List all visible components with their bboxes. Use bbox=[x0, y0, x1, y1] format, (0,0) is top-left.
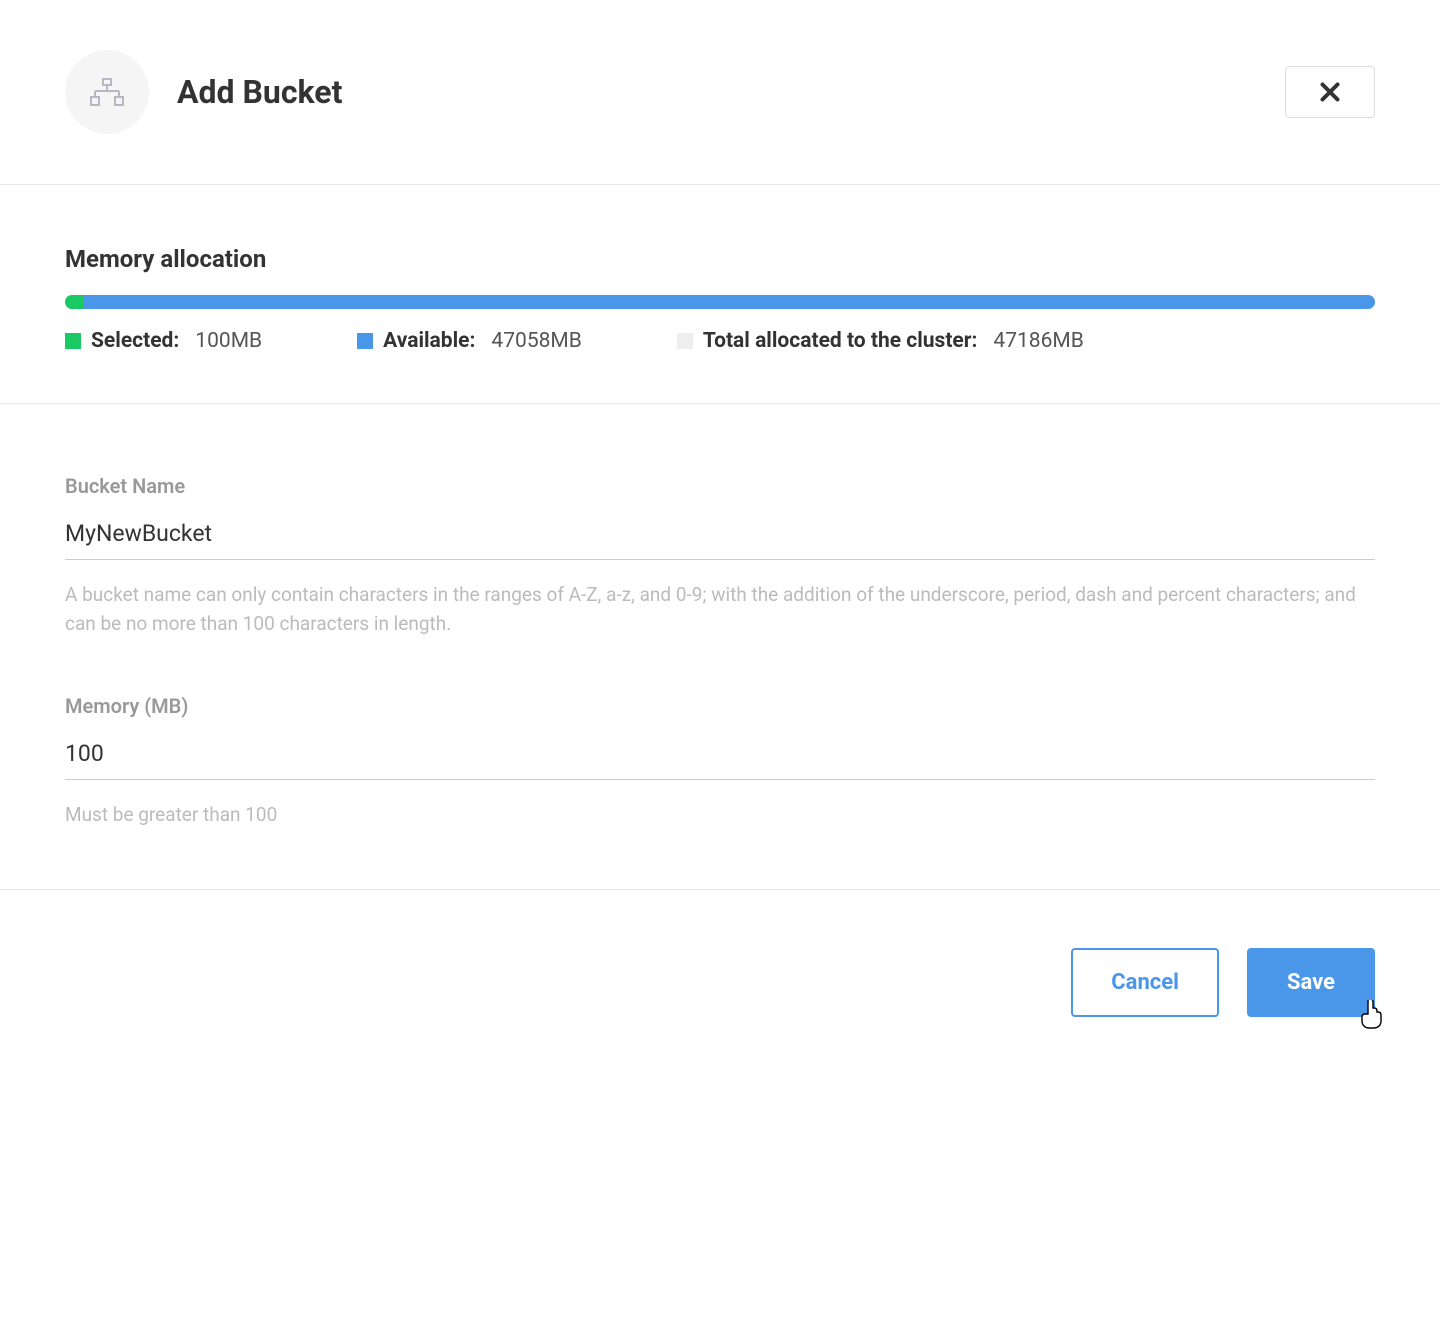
memory-mb-input[interactable] bbox=[65, 732, 1375, 780]
legend-selected-value: 100MB bbox=[195, 329, 262, 353]
dialog-footer: Cancel Save bbox=[0, 890, 1440, 1075]
memory-progress-bar bbox=[65, 295, 1375, 309]
save-button[interactable]: Save bbox=[1247, 948, 1375, 1017]
bucket-name-group: Bucket Name A bucket name can only conta… bbox=[65, 474, 1375, 639]
memory-legend: Selected: 100MB Available: 47058MB Total… bbox=[65, 329, 1375, 353]
header-left: Add Bucket bbox=[65, 50, 342, 134]
memory-allocation-section: Memory allocation Selected: 100MB Availa… bbox=[0, 185, 1440, 404]
bucket-name-label: Bucket Name bbox=[65, 474, 1375, 498]
legend-selected-label: Selected: bbox=[91, 329, 179, 353]
legend-available-label: Available: bbox=[383, 329, 475, 353]
memory-mb-hint: Must be greater than 100 bbox=[65, 800, 1375, 829]
bucket-name-hint: A bucket name can only contain character… bbox=[65, 580, 1375, 639]
form-section: Bucket Name A bucket name can only conta… bbox=[0, 404, 1440, 890]
memory-mb-group: Memory (MB) Must be greater than 100 bbox=[65, 694, 1375, 829]
legend-total-label: Total allocated to the cluster: bbox=[703, 329, 978, 353]
legend-selected: Selected: 100MB bbox=[65, 329, 262, 353]
legend-total: Total allocated to the cluster: 47186MB bbox=[677, 329, 1084, 353]
swatch-blue-icon bbox=[357, 333, 373, 349]
dialog-header: Add Bucket bbox=[0, 0, 1440, 185]
bucket-icon-circle bbox=[65, 50, 149, 134]
bucket-name-input[interactable] bbox=[65, 512, 1375, 560]
legend-total-value: 47186MB bbox=[993, 329, 1083, 353]
legend-available-value: 47058MB bbox=[491, 329, 581, 353]
close-icon bbox=[1320, 82, 1340, 102]
cancel-button[interactable]: Cancel bbox=[1071, 948, 1219, 1017]
memory-title: Memory allocation bbox=[65, 245, 1375, 273]
swatch-green-icon bbox=[65, 333, 81, 349]
dialog-title: Add Bucket bbox=[177, 73, 342, 111]
bucket-icon bbox=[90, 78, 124, 106]
progress-selected-segment bbox=[65, 295, 83, 309]
progress-available-segment bbox=[83, 295, 1375, 309]
swatch-gray-icon bbox=[677, 333, 693, 349]
close-button[interactable] bbox=[1285, 66, 1375, 118]
memory-mb-label: Memory (MB) bbox=[65, 694, 1375, 718]
legend-available: Available: 47058MB bbox=[357, 329, 582, 353]
